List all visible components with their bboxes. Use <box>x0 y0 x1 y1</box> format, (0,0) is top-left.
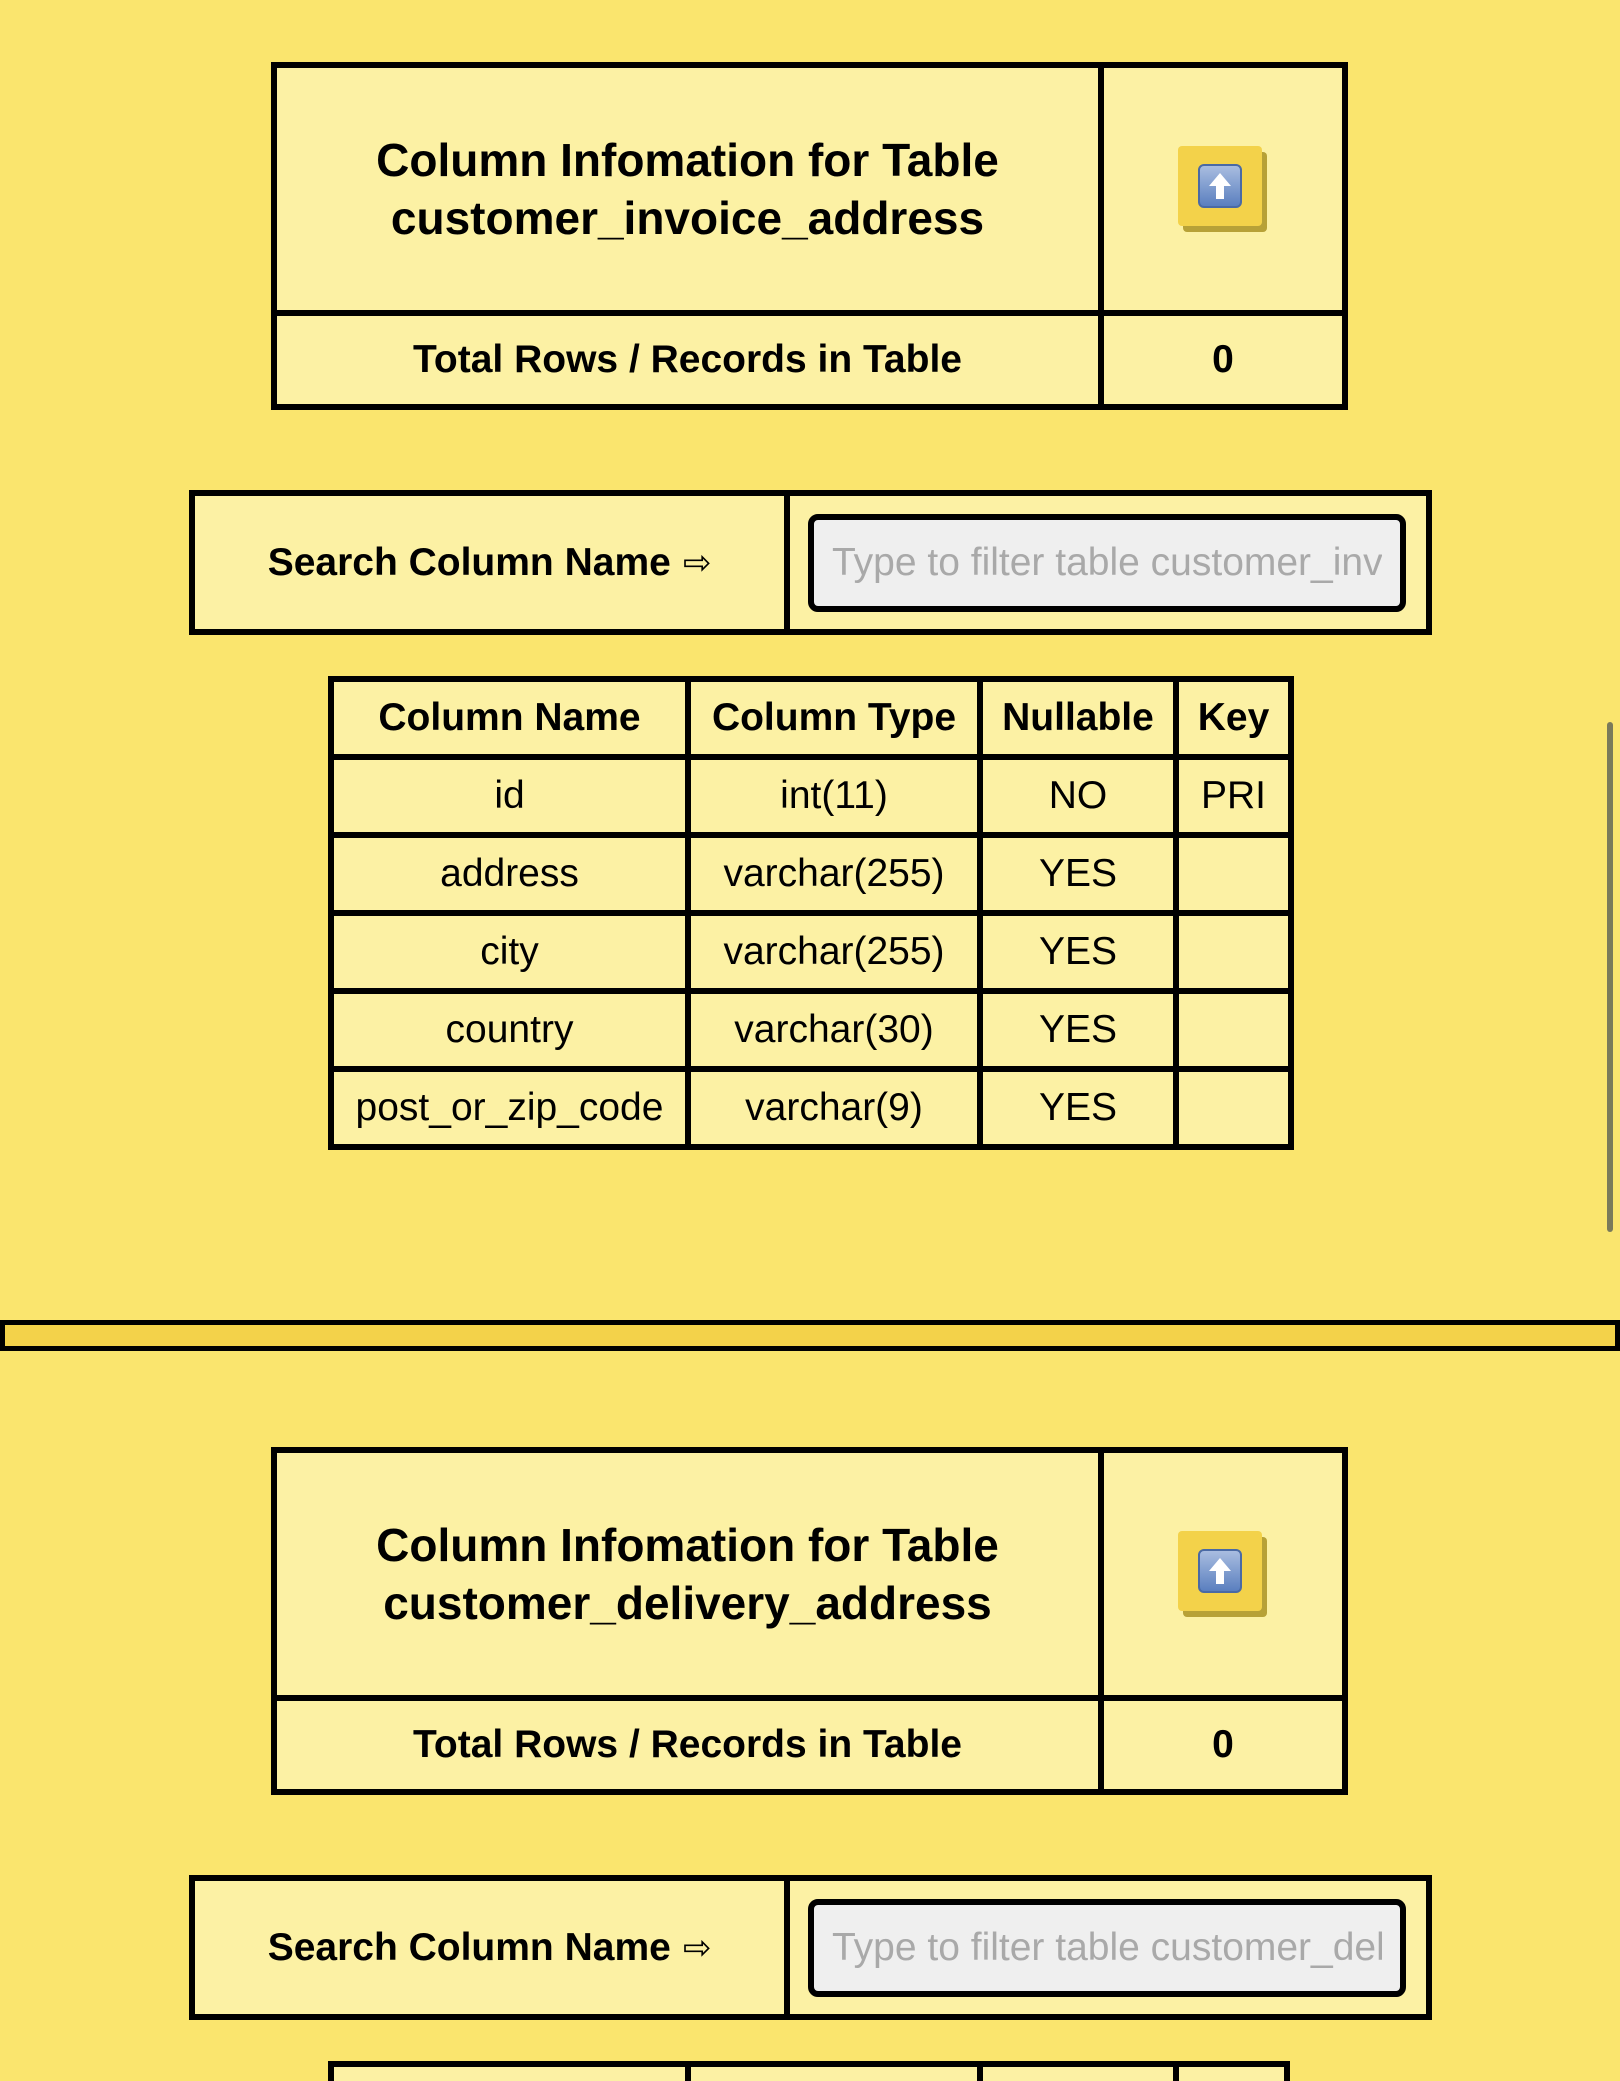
column-header-nullable: Nullable <box>977 676 1179 760</box>
cell-column-type: varchar(30) <box>685 988 983 1072</box>
table-row: id int(11) NO PRI <box>328 754 1294 838</box>
columns-table: Column Name Column Type Nullable Key id … <box>328 676 1294 1150</box>
table-row: city varchar(255) YES <box>328 910 1294 994</box>
back-to-top-cell <box>1104 1453 1342 1701</box>
cell-nullable: YES <box>977 910 1179 994</box>
cell-key <box>1173 1066 1294 1150</box>
total-rows-label: Total Rows / Records in Table <box>277 1701 1104 1789</box>
table-row: post_or_zip_code varchar(9) YES <box>328 1066 1294 1150</box>
table-title-line1: Column Infomation for Table <box>376 1519 999 1571</box>
cell-key <box>1173 832 1294 916</box>
back-to-top-cell <box>1104 68 1342 316</box>
table-row: address varchar(255) YES <box>328 832 1294 916</box>
cell-column-name: address <box>328 832 691 916</box>
arrow-right-icon: ⇨ <box>682 1927 712 1968</box>
search-label: Search Column Name <box>267 1925 671 1969</box>
cell-nullable: YES <box>977 988 1179 1072</box>
arrow-up-icon <box>1198 164 1242 208</box>
page-scrollbar[interactable] <box>1607 722 1613 1232</box>
search-label: Search Column Name <box>267 540 671 584</box>
section-divider <box>0 1320 1620 1351</box>
cell-nullable: NO <box>977 754 1179 838</box>
cell-column-name: country <box>328 988 691 1072</box>
table-name: customer_invoice_address <box>390 192 985 244</box>
cell-column-type: varchar(9) <box>685 1066 983 1150</box>
cell-column-type: varchar(255) <box>685 832 983 916</box>
total-rows-value: 0 <box>1212 1723 1234 1766</box>
cell-column-name: city <box>328 910 691 994</box>
column-search-bar: Search Column Name ⇨ <box>189 1875 1432 2020</box>
table-info-header: Column Infomation for Table customer_inv… <box>271 62 1348 410</box>
column-header-type: Column Type <box>685 676 983 760</box>
column-search-input[interactable] <box>808 513 1406 612</box>
column-header-name: Column Name <box>328 676 691 760</box>
search-label-cell: Search Column Name ⇨ <box>195 496 790 629</box>
table-name: customer_delivery_address <box>383 1577 992 1629</box>
search-label-cell: Search Column Name ⇨ <box>195 1881 790 2014</box>
columns-table-partial <box>328 2061 1290 2081</box>
cell-column-name: post_or_zip_code <box>328 1066 691 1150</box>
table-row: country varchar(30) YES <box>328 988 1294 1072</box>
cell-nullable: YES <box>977 1066 1179 1150</box>
search-input-cell <box>790 496 1426 629</box>
cell-key: PRI <box>1173 754 1294 838</box>
cell-key <box>1173 988 1294 1072</box>
column-search-bar: Search Column Name ⇨ <box>189 490 1432 635</box>
back-to-top-button[interactable] <box>1178 146 1268 232</box>
column-search-input[interactable] <box>808 1898 1406 1997</box>
total-rows-label: Total Rows / Records in Table <box>277 316 1104 404</box>
search-input-cell <box>790 1881 1426 2014</box>
column-header-key: Key <box>1173 676 1294 760</box>
cell-column-type: varchar(255) <box>685 910 983 994</box>
table-title: Column Infomation for Table customer_inv… <box>277 68 1104 316</box>
table-header-row: Column Name Column Type Nullable Key <box>328 676 1294 760</box>
cell-key <box>1173 910 1294 994</box>
table-info-header: Column Infomation for Table customer_del… <box>271 1447 1348 1795</box>
table-title: Column Infomation for Table customer_del… <box>277 1453 1104 1701</box>
table-title-line1: Column Infomation for Table <box>376 134 999 186</box>
cell-column-name: id <box>328 754 691 838</box>
back-to-top-button[interactable] <box>1178 1531 1268 1617</box>
cell-nullable: YES <box>977 832 1179 916</box>
total-rows-value: 0 <box>1212 338 1234 381</box>
arrow-right-icon: ⇨ <box>682 542 712 583</box>
cell-column-type: int(11) <box>685 754 983 838</box>
arrow-up-icon <box>1198 1549 1242 1593</box>
